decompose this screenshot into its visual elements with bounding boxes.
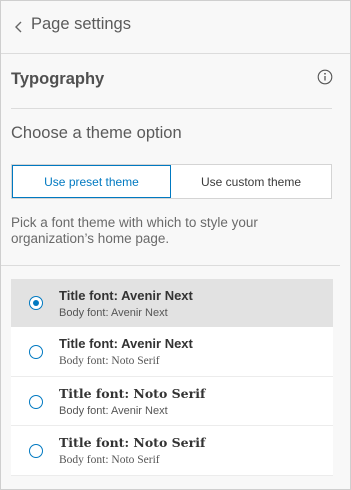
radio-button-selected[interactable] [29,296,43,310]
tab-use-custom-theme[interactable]: Use custom theme [171,165,331,198]
option-body-font: Body font: Noto Serif [59,454,160,466]
option-title: Title font: Noto Serif [59,385,206,401]
radio-button[interactable] [29,345,43,359]
info-icon[interactable] [317,69,333,85]
font-option-noto-avenir[interactable]: Title font: Noto Serif Body font: Avenir… [11,376,333,426]
font-theme-list: Title font: Avenir Next Body font: Aveni… [11,279,333,476]
font-theme-description: Pick a font theme with which to style yo… [11,215,258,246]
tab-use-preset-theme[interactable]: Use preset theme [12,165,171,198]
option-body-font: Body font: Noto Serif [59,355,160,367]
page-settings-panel: Page settings Typography Choose a theme … [0,0,351,490]
panel-header: Page settings [1,1,350,54]
option-title: Title font: Avenir Next [59,336,193,351]
list-divider [1,265,340,266]
page-title[interactable]: Page settings [31,15,131,34]
theme-option-label: Choose a theme option [11,124,182,142]
chevron-left-icon[interactable] [12,19,26,35]
option-body-font: Body font: Avenir Next [59,307,168,319]
font-option-avenir-noto[interactable]: Title font: Avenir Next Body font: Noto … [11,327,333,377]
radio-button[interactable] [29,444,43,458]
option-title: Title font: Avenir Next [59,288,193,303]
section-divider [11,108,332,109]
typography-heading: Typography [11,70,105,88]
theme-toggle: Use preset theme Use custom theme [11,164,332,199]
font-option-noto-noto[interactable]: Title font: Noto Serif Body font: Noto S… [11,426,333,476]
option-body-font: Body font: Avenir Next [59,404,168,417]
font-option-avenir-avenir[interactable]: Title font: Avenir Next Body font: Aveni… [11,279,333,327]
radio-button[interactable] [29,394,43,409]
option-title: Title font: Noto Serif [59,435,206,450]
